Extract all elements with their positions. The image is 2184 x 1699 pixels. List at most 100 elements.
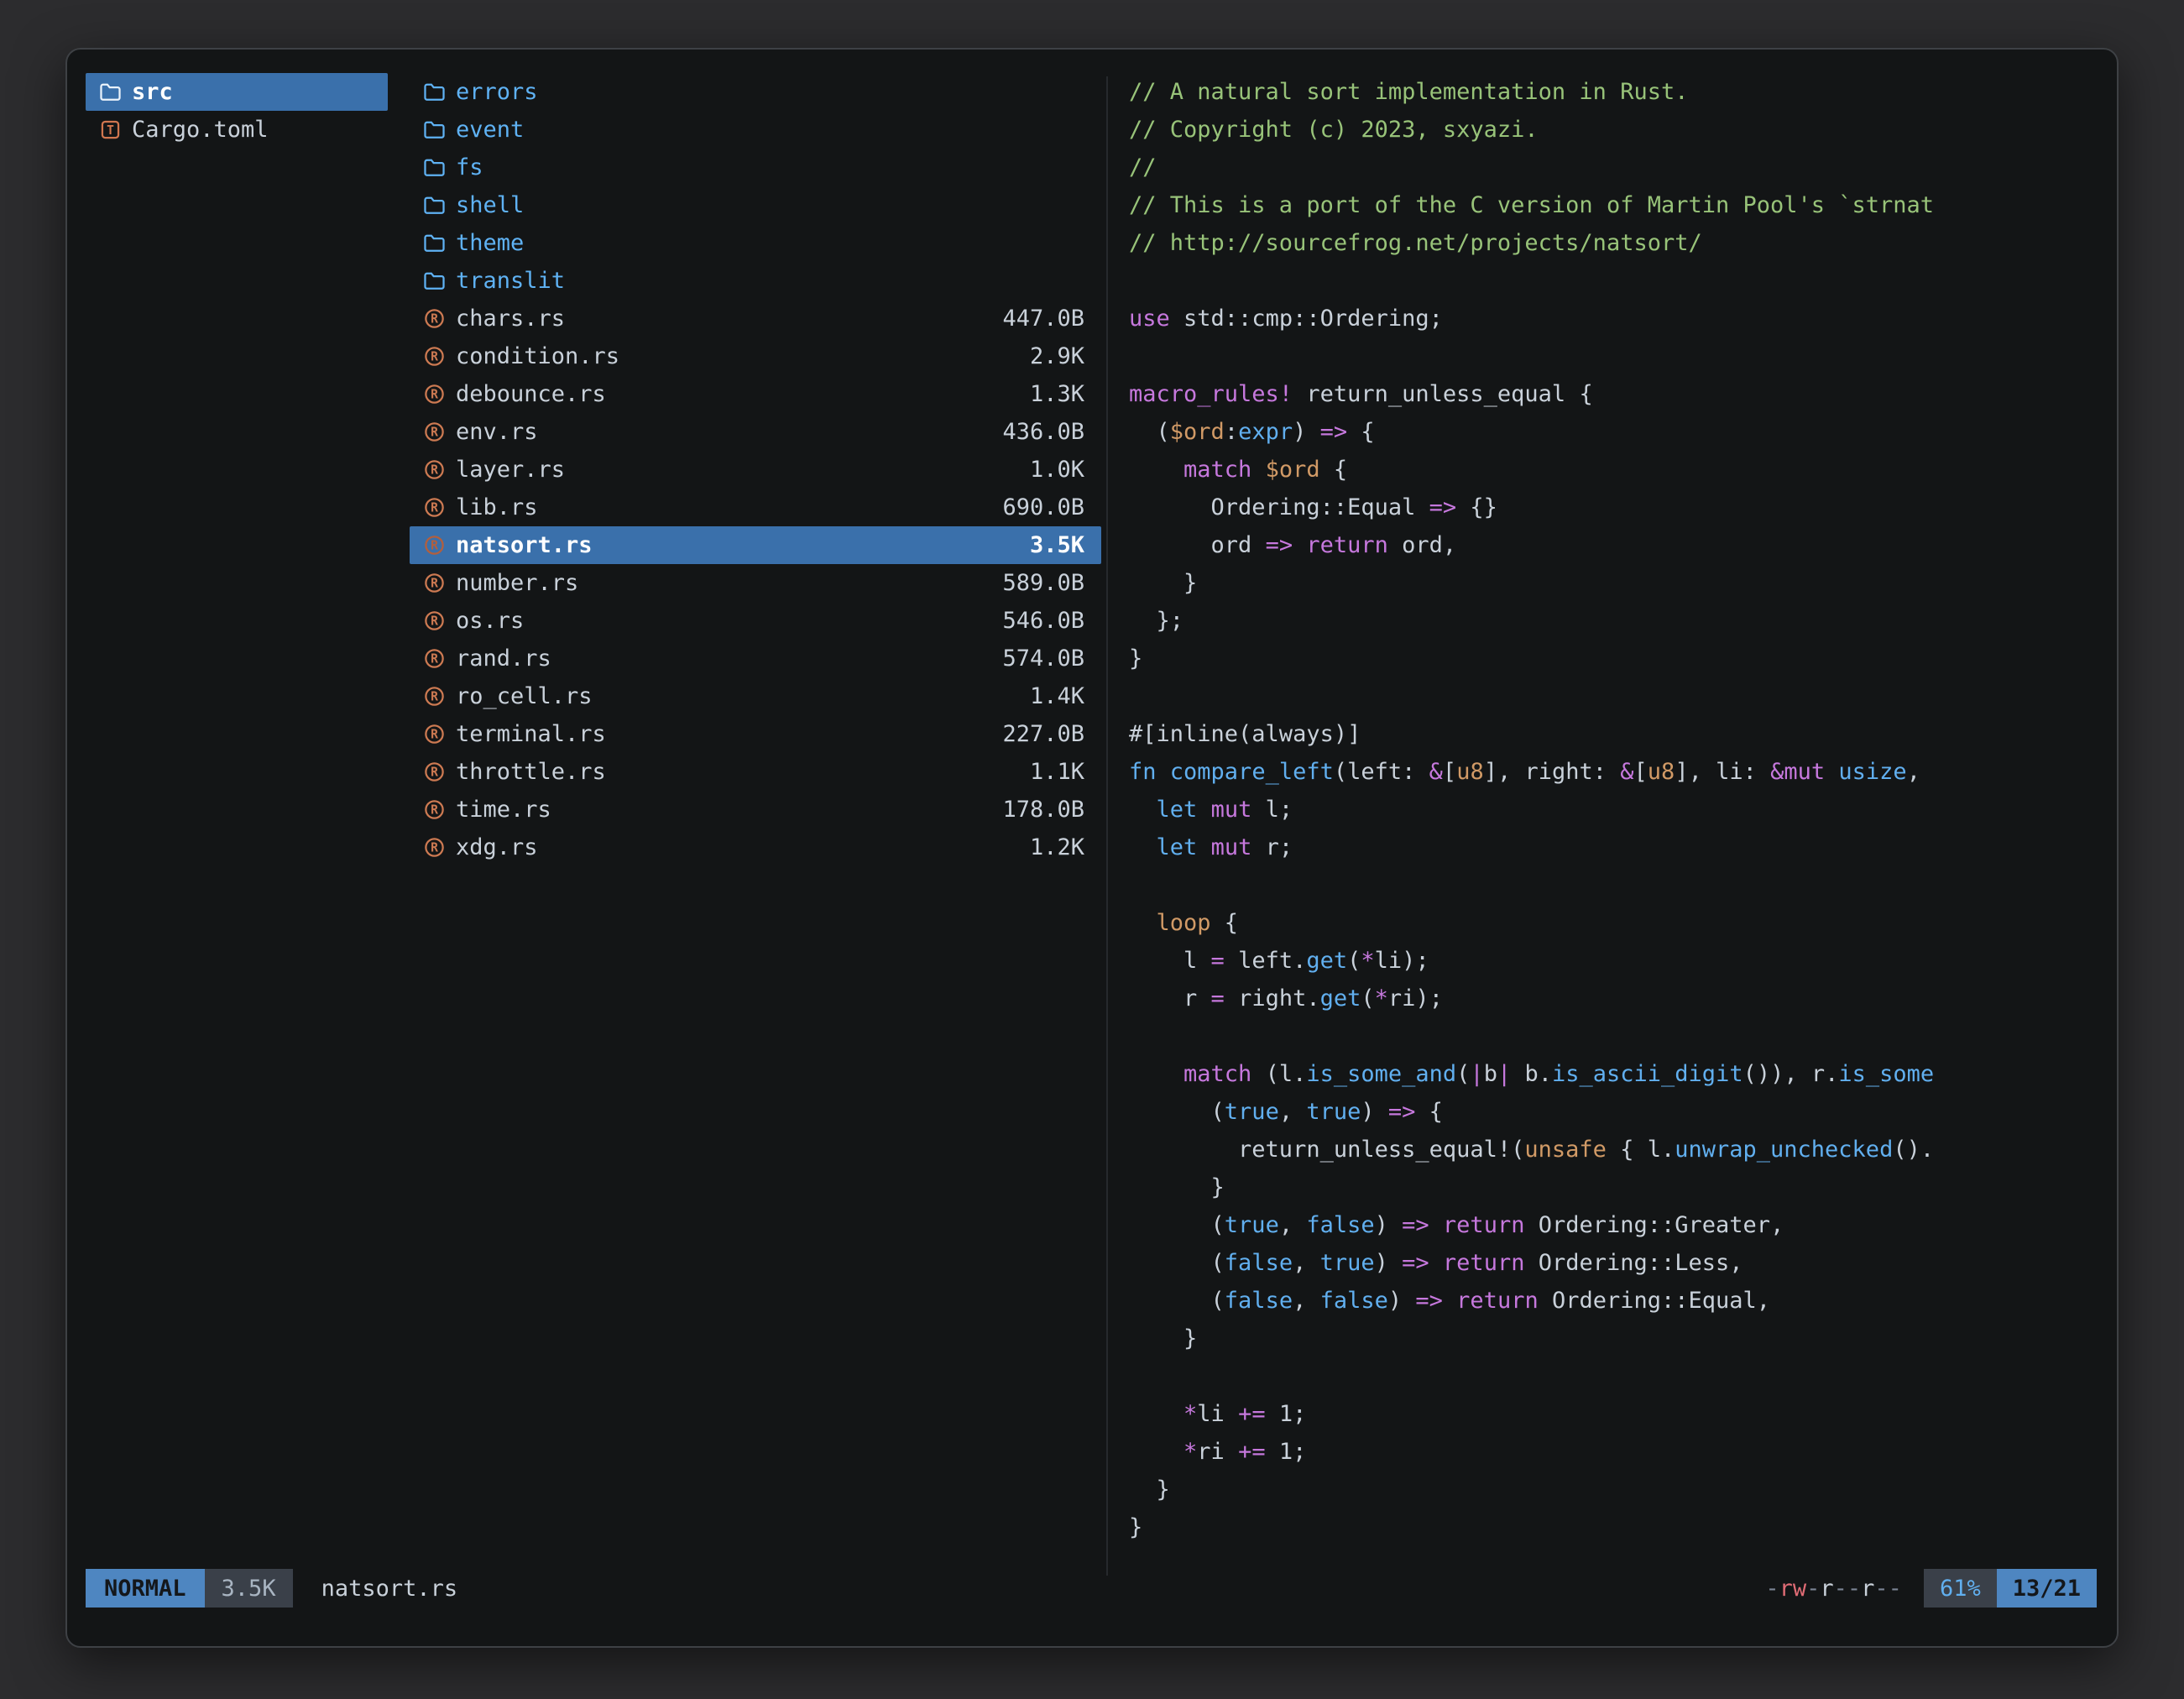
item-size: 546.0B (994, 608, 1084, 634)
rust-file-icon: R (421, 534, 447, 557)
code-line (1129, 262, 2097, 300)
file-item-lib-rs[interactable]: Rlib.rs690.0B (410, 489, 1101, 526)
folder-icon (421, 119, 447, 140)
item-label: translit (456, 268, 565, 294)
dir-item-shell[interactable]: shell (410, 186, 1101, 224)
dir-item-errors[interactable]: errors (410, 73, 1101, 111)
file-item-natsort-rs[interactable]: Rnatsort.rs3.5K (410, 526, 1101, 564)
file-item-throttle-rs[interactable]: Rthrottle.rs1.1K (410, 753, 1101, 791)
rust-file-icon: R (421, 307, 447, 330)
file-item-time-rs[interactable]: Rtime.rs178.0B (410, 791, 1101, 829)
code-line: // A natural sort implementation in Rust… (1129, 73, 2097, 111)
code-line (1129, 866, 2097, 904)
code-line: fn compare_left(left: &[u8], right: &[u8… (1129, 753, 2097, 791)
svg-text:R: R (431, 652, 438, 667)
item-label: debounce.rs (456, 381, 606, 407)
code-line: match (l.is_some_and(|b| b.is_ascii_digi… (1129, 1055, 2097, 1093)
cursor-position: 13/21 (1997, 1569, 2097, 1608)
code-line: // Copyright (c) 2023, sxyazi. (1129, 111, 2097, 149)
svg-text:R: R (431, 841, 438, 855)
code-line: (false, false) => return Ordering::Equal… (1129, 1282, 2097, 1320)
item-size: 227.0B (994, 721, 1084, 747)
pane-divider (1106, 76, 1108, 1576)
file-manager: srcTCargo.toml errors event fs shell theme tr… (86, 73, 2097, 1569)
item-size: 3.5K (1021, 532, 1084, 558)
svg-text:T: T (107, 123, 114, 138)
status-filename: natsort.rs (321, 1576, 458, 1602)
code-line: ord => return ord, (1129, 526, 2097, 564)
dir-item-event[interactable]: event (410, 111, 1101, 149)
folder-icon (421, 233, 447, 254)
code-line: let mut l; (1129, 791, 2097, 829)
code-line: (true, true) => { (1129, 1093, 2097, 1131)
item-size: 574.0B (994, 646, 1084, 672)
rust-file-icon: R (421, 609, 447, 632)
item-label: fs (456, 154, 483, 180)
item-size: 436.0B (994, 419, 1084, 445)
item-label: time.rs (456, 797, 551, 823)
file-item-ro-cell-rs[interactable]: Rro_cell.rs1.4K (410, 677, 1101, 715)
file-item-chars-rs[interactable]: Rchars.rs447.0B (410, 300, 1101, 337)
dir-item-fs[interactable]: fs (410, 149, 1101, 186)
item-size: 1.4K (1021, 683, 1084, 709)
code-line: } (1129, 1320, 2097, 1357)
item-size: 447.0B (994, 306, 1084, 332)
file-item-terminal-rs[interactable]: Rterminal.rs227.0B (410, 715, 1101, 753)
current-pane: errors event fs shell theme translit Rchars.rs… (410, 73, 1101, 1569)
item-label: errors (456, 79, 538, 105)
svg-text:R: R (431, 350, 438, 364)
code-line (1129, 1017, 2097, 1055)
svg-text:R: R (431, 766, 438, 780)
dir-item-theme[interactable]: theme (410, 224, 1101, 262)
rust-file-icon: R (421, 647, 447, 670)
item-label: event (456, 117, 524, 143)
file-permissions: -rw-r--r-- (1765, 1576, 1902, 1602)
rust-file-icon: R (421, 798, 447, 821)
folder-icon (421, 157, 447, 178)
file-item-xdg-rs[interactable]: Rxdg.rs1.2K (410, 829, 1101, 866)
toml-file-icon: T (97, 118, 123, 141)
rust-file-icon: R (421, 761, 447, 783)
svg-text:R: R (431, 539, 438, 553)
file-item-layer-rs[interactable]: Rlayer.rs1.0K (410, 451, 1101, 489)
file-item-env-rs[interactable]: Renv.rs 436.0B (410, 413, 1101, 451)
code-line: ($ord:expr) => { (1129, 413, 2097, 451)
file-item-number-rs[interactable]: Rnumber.rs589.0B (410, 564, 1101, 602)
code-line: #[inline(always)] (1129, 715, 2097, 753)
item-label: throttle.rs (456, 759, 606, 785)
svg-text:R: R (431, 426, 438, 440)
rust-file-icon: R (421, 685, 447, 708)
code-line: } (1129, 1168, 2097, 1206)
file-item-os-rs[interactable]: Ros.rs546.0B (410, 602, 1101, 640)
item-label: shell (456, 192, 524, 218)
code-line: }; (1129, 602, 2097, 640)
code-line: loop { (1129, 904, 2097, 942)
item-size: 1.0K (1021, 457, 1084, 483)
scroll-percent: 61% (1924, 1569, 1997, 1608)
rust-file-icon: R (421, 383, 447, 405)
dir-item-src[interactable]: src (86, 73, 388, 111)
rust-file-icon: R (421, 345, 447, 368)
item-size: 690.0B (994, 494, 1084, 520)
rust-file-icon: R (421, 458, 447, 481)
item-label: xdg.rs (456, 834, 538, 860)
file-item-condition-rs[interactable]: Rcondition.rs2.9K (410, 337, 1101, 375)
code-line: macro_rules! return_unless_equal { (1129, 375, 2097, 413)
rust-file-icon: R (421, 723, 447, 745)
dir-item-translit[interactable]: translit (410, 262, 1101, 300)
rust-file-icon: R (421, 572, 447, 594)
item-size: 589.0B (994, 570, 1084, 596)
code-line: *li += 1; (1129, 1395, 2097, 1433)
item-label: env.rs (456, 419, 538, 445)
rust-file-icon: R (421, 421, 447, 443)
code-line: // This is a port of the C version of Ma… (1129, 186, 2097, 224)
code-line: } (1129, 1471, 2097, 1508)
file-item-rand-rs[interactable]: Rrand.rs 574.0B (410, 640, 1101, 677)
file-item-debounce-rs[interactable]: Rdebounce.rs1.3K (410, 375, 1101, 413)
item-size: 2.9K (1021, 343, 1084, 369)
file-item-cargo-toml[interactable]: TCargo.toml (86, 111, 388, 149)
code-line: (true, false) => return Ordering::Greate… (1129, 1206, 2097, 1244)
preview-pane[interactable]: // A natural sort implementation in Rust… (1129, 73, 2097, 1569)
code-line: } (1129, 640, 2097, 677)
item-label: rand.rs (456, 646, 551, 672)
